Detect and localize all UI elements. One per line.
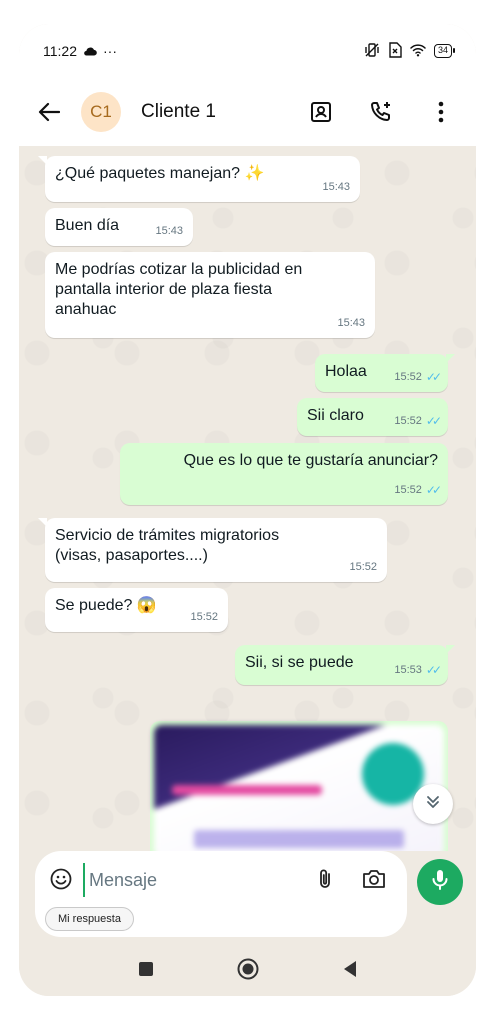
composer: Mi respuesta: [35, 851, 407, 937]
message-time: 15:52: [190, 611, 218, 623]
back-arrow-icon[interactable]: [35, 98, 63, 126]
home-icon[interactable]: [235, 956, 261, 982]
message-bubble-incoming[interactable]: Servicio de trámites migratorios (visas,…: [38, 518, 387, 582]
message-bubble-incoming[interactable]: Buen día 15:43: [45, 208, 193, 246]
chat-header: C1 Cliente 1: [19, 78, 476, 146]
status-time: 11:22: [43, 43, 77, 59]
avatar[interactable]: C1: [81, 92, 121, 132]
message-text: Buen día: [55, 217, 120, 234]
read-ticks-icon: ✓✓: [425, 483, 442, 497]
message-text: Sii, si se puede: [245, 654, 354, 671]
message-input[interactable]: [83, 863, 303, 897]
recents-icon[interactable]: [133, 956, 159, 982]
cloud-icon: [83, 43, 97, 59]
blurred-image: [154, 725, 444, 857]
wifi-icon: [410, 43, 426, 60]
emoji-icon[interactable]: [49, 867, 75, 893]
sim-x-icon: [388, 41, 402, 61]
message-time: 15:52: [394, 371, 422, 383]
system-nav-bar: [19, 941, 476, 996]
vibrate-off-icon: [364, 42, 380, 61]
read-ticks-icon: ✓✓: [425, 414, 442, 428]
attach-icon[interactable]: [313, 867, 339, 893]
message-bubble-outgoing[interactable]: Que es lo que te gustaría anunciar? 15:5…: [120, 443, 448, 505]
message-text: Me podrías cotizar la publicidad en pant…: [55, 261, 303, 318]
chat-area[interactable]: ¿Qué paquetes manejan? ✨ 15:43 Buen día …: [19, 146, 476, 861]
read-ticks-icon: ✓✓: [425, 663, 442, 677]
message-bubble-incoming[interactable]: ¿Qué paquetes manejan? ✨ 15:43: [38, 156, 360, 202]
message-time: 15:43: [337, 317, 365, 329]
mic-icon: [430, 869, 450, 896]
read-ticks-icon: ✓✓: [425, 370, 442, 384]
camera-icon[interactable]: [361, 867, 389, 893]
battery-icon: 34: [433, 44, 456, 58]
quick-reply-chip[interactable]: Mi respuesta: [45, 907, 134, 931]
message-bubble-incoming[interactable]: Se puede? 😱 15:52: [45, 588, 228, 632]
message-text: Se puede? 😱: [55, 597, 157, 614]
message-text: Que es lo que te gustaría anunciar?: [183, 452, 438, 469]
message-bubble-outgoing[interactable]: Holaa 15:52 ✓✓: [315, 354, 455, 392]
message-time: 15:52: [349, 561, 377, 573]
message-text: Sii claro: [307, 407, 364, 424]
status-more-dots: ···: [103, 43, 117, 59]
contact-card-icon[interactable]: [308, 99, 334, 125]
message-time: 15:53: [394, 664, 422, 676]
message-bubble-outgoing[interactable]: Sii claro 15:52 ✓✓: [297, 398, 448, 436]
message-bubble-outgoing[interactable]: Sii, si se puede 15:53 ✓✓: [235, 645, 455, 685]
composer-area: Mi respuesta: [19, 851, 476, 941]
add-call-icon[interactable]: [368, 99, 394, 125]
image-message[interactable]: [150, 721, 448, 861]
message-time: 15:43: [322, 181, 350, 193]
more-vert-icon[interactable]: [428, 99, 454, 125]
chevron-double-down-icon: [425, 794, 441, 815]
message-text: ¿Qué paquetes manejan? ✨: [55, 165, 265, 182]
message-time: 15:43: [155, 225, 183, 237]
message-text: Holaa: [325, 363, 367, 380]
message-time: 15:52: [394, 484, 422, 496]
contact-name[interactable]: Cliente 1: [141, 101, 216, 123]
status-bar: 11:22 ··· 34: [19, 24, 476, 78]
back-icon[interactable]: [337, 956, 363, 982]
scroll-down-button[interactable]: [413, 784, 453, 824]
mic-button[interactable]: [417, 859, 463, 905]
message-time: 15:52: [394, 415, 422, 427]
message-text: Servicio de trámites migratorios (visas,…: [55, 527, 280, 564]
message-bubble-incoming[interactable]: Me podrías cotizar la publicidad en pant…: [45, 252, 375, 338]
phone-frame: 11:22 ··· 34 C1 Cliente 1 ¿Qué paquetes …: [19, 24, 476, 996]
